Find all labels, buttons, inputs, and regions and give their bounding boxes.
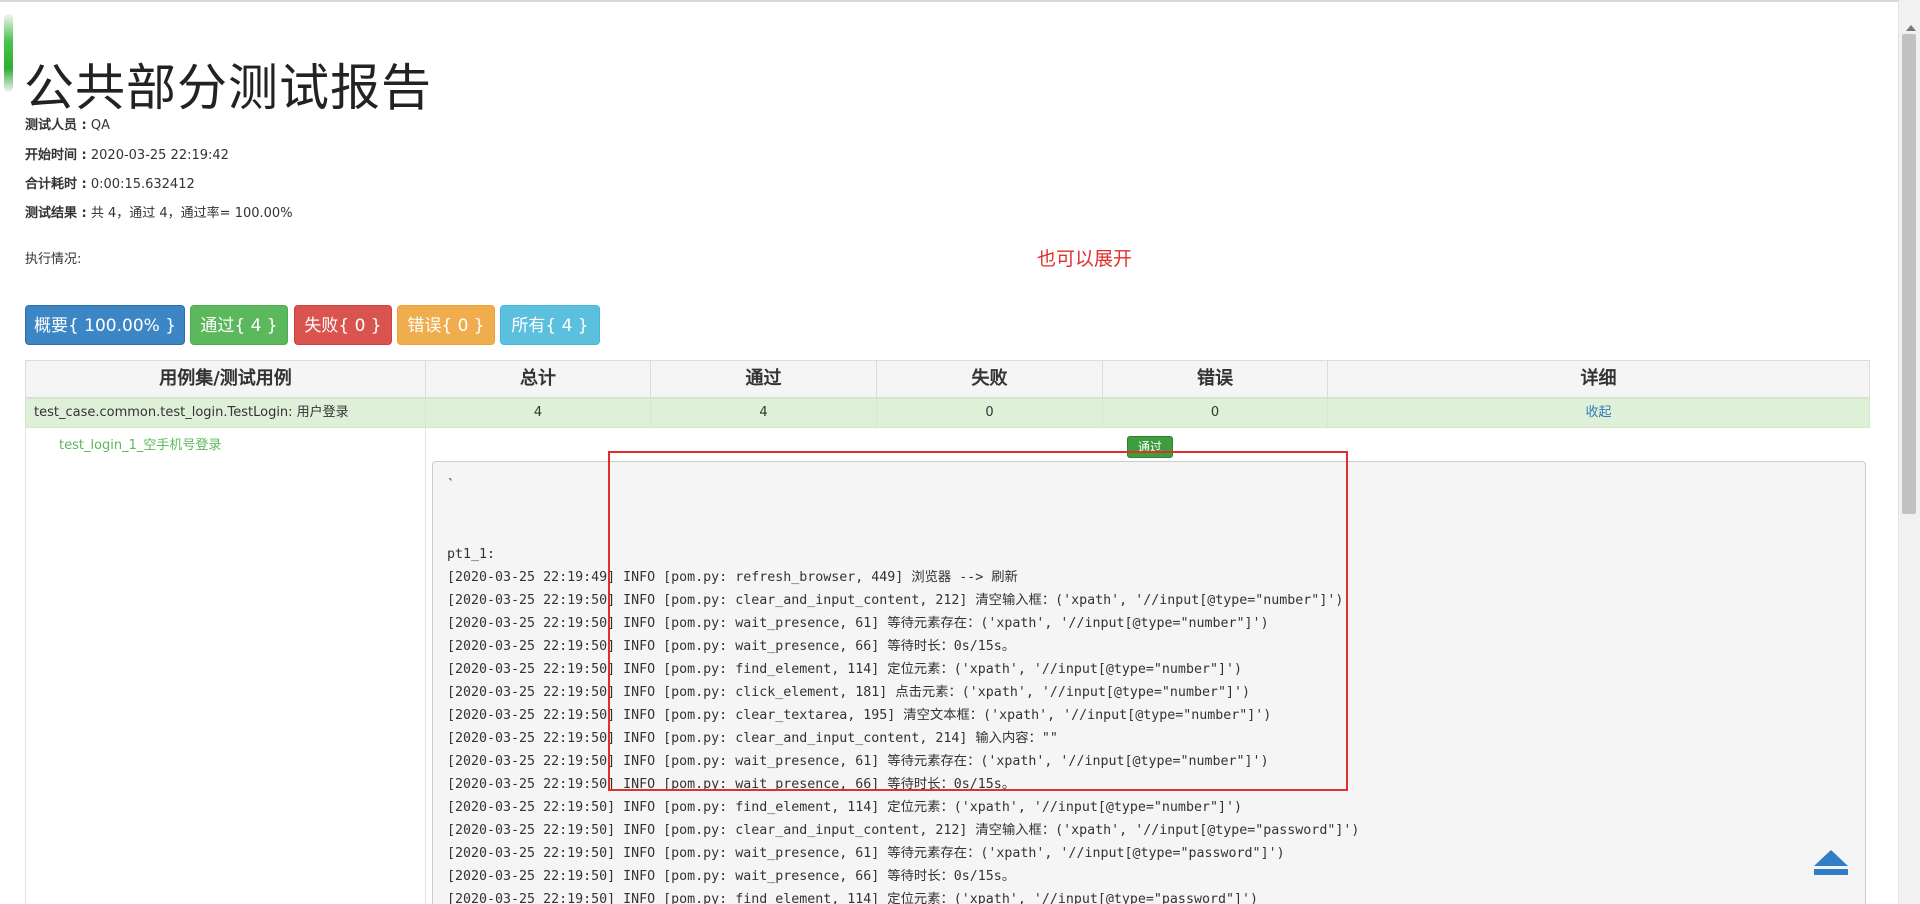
log-output-text: ` pt1_1: [2020-03-25 22:19:49] INFO [pom… [433, 462, 1865, 904]
duration-value: 0:00:15.632412 [90, 177, 195, 192]
log-line: [2020-03-25 22:19:50] INFO [pom.py: clea… [447, 593, 1344, 608]
log-line: [2020-03-25 22:19:50] INFO [pom.py: clic… [447, 685, 1250, 700]
log-line: [2020-03-25 22:19:50] INFO [pom.py: wait… [447, 754, 1269, 769]
header-detail: 详细 [1580, 368, 1617, 389]
log-line: [2020-03-25 22:19:50] INFO [pom.py: find… [447, 892, 1258, 904]
pass-filter-button[interactable]: 通过{ 4 } [190, 305, 288, 345]
header-suite-case: 用例集/测试用例 [26, 361, 426, 397]
log-line: pt1_1: [447, 547, 496, 562]
log-line: [2020-03-25 22:19:50] INFO [pom.py: clea… [447, 823, 1360, 838]
table-header: 用例集/测试用例 总计 通过 失败 错误 详细 [25, 360, 1870, 398]
log-line: [2020-03-25 22:19:50] INFO [pom.py: wait… [447, 639, 1016, 654]
log-line: [2020-03-25 22:19:50] INFO [pom.py: wait… [447, 846, 1285, 861]
start-time-label: 开始时间 : [25, 148, 87, 163]
header-error: 错误 [1103, 361, 1328, 397]
case-name: test_login_1_空手机号登录 [59, 438, 222, 453]
vertical-progress-icon [4, 14, 13, 92]
header-total: 总计 [426, 361, 651, 397]
suite-fail: 0 [877, 399, 1103, 427]
tester-info: 测试人员 : QA [25, 114, 110, 133]
suite-name: test_case.common.test_login.TestLogin: 用… [26, 399, 426, 427]
start-time-info: 开始时间 : 2020-03-25 22:19:42 [25, 144, 229, 163]
case-status-button[interactable]: 通过 [1127, 436, 1173, 458]
collapse-link[interactable]: 收起 [1585, 405, 1611, 420]
log-line: [2020-03-25 22:19:50] INFO [pom.py: wait… [447, 777, 1016, 792]
log-line: [2020-03-25 22:19:50] INFO [pom.py: find… [447, 800, 1242, 815]
duration-info: 合计耗时 : 0:00:15.632412 [25, 173, 195, 192]
suite-detail-cell: 收起 [1328, 399, 1869, 427]
header-pass: 通过 [651, 361, 877, 397]
tester-label: 测试人员 : [25, 118, 87, 133]
error-filter-button[interactable]: 错误{ 0 } [397, 305, 495, 345]
eject-up-arrow-icon[interactable] [1812, 848, 1850, 878]
duration-label: 合计耗时 : [25, 177, 87, 192]
suite-pass: 4 [651, 399, 877, 427]
result-value: 共 4，通过 4，通过率= 100.00% [90, 206, 293, 221]
table-row: test_case.common.test_login.TestLogin: 用… [25, 398, 1870, 428]
log-line: [2020-03-25 22:19:50] INFO [pom.py: wait… [447, 616, 1269, 631]
suite-total: 4 [426, 399, 651, 427]
expand-annotation: 也可以展开 [1037, 248, 1133, 270]
log-line: [2020-03-25 22:19:50] INFO [pom.py: clea… [447, 708, 1272, 723]
log-line: [2020-03-25 22:19:50] INFO [pom.py: clea… [447, 731, 1058, 746]
log-line: [2020-03-25 22:19:50] INFO [pom.py: wait… [447, 869, 1016, 884]
summary-filter-button[interactable]: 概要{ 100.00% } [25, 305, 185, 345]
execution-label: 执行情况: [25, 252, 82, 267]
log-line: [2020-03-25 22:19:49] INFO [pom.py: refr… [447, 570, 1018, 585]
log-line: ` [447, 478, 456, 493]
case-name-cell: test_login_1_空手机号登录 [26, 428, 426, 904]
top-border [0, 0, 1920, 2]
report-page: 公共部分测试报告 测试人员 : QA 开始时间 : 2020-03-25 22:… [0, 0, 1920, 904]
header-fail: 失败 [877, 361, 1103, 397]
scrollbar-thumb[interactable] [1902, 34, 1916, 514]
result-label: 测试结果 : [25, 206, 87, 221]
fail-filter-button[interactable]: 失败{ 0 } [294, 305, 392, 345]
tester-value: QA [90, 118, 111, 133]
log-line: [2020-03-25 22:19:50] INFO [pom.py: find… [447, 662, 1242, 677]
start-time-value: 2020-03-25 22:19:42 [90, 148, 229, 163]
page-title: 公共部分测试报告 [24, 59, 432, 117]
scroll-up-arrow-icon[interactable] [1906, 25, 1916, 31]
suite-error: 0 [1103, 399, 1328, 427]
all-filter-button[interactable]: 所有{ 4 } [500, 305, 600, 345]
log-output-panel: ` pt1_1: [2020-03-25 22:19:49] INFO [pom… [432, 461, 1866, 904]
result-info: 测试结果 : 共 4，通过 4，通过率= 100.00% [25, 202, 293, 221]
